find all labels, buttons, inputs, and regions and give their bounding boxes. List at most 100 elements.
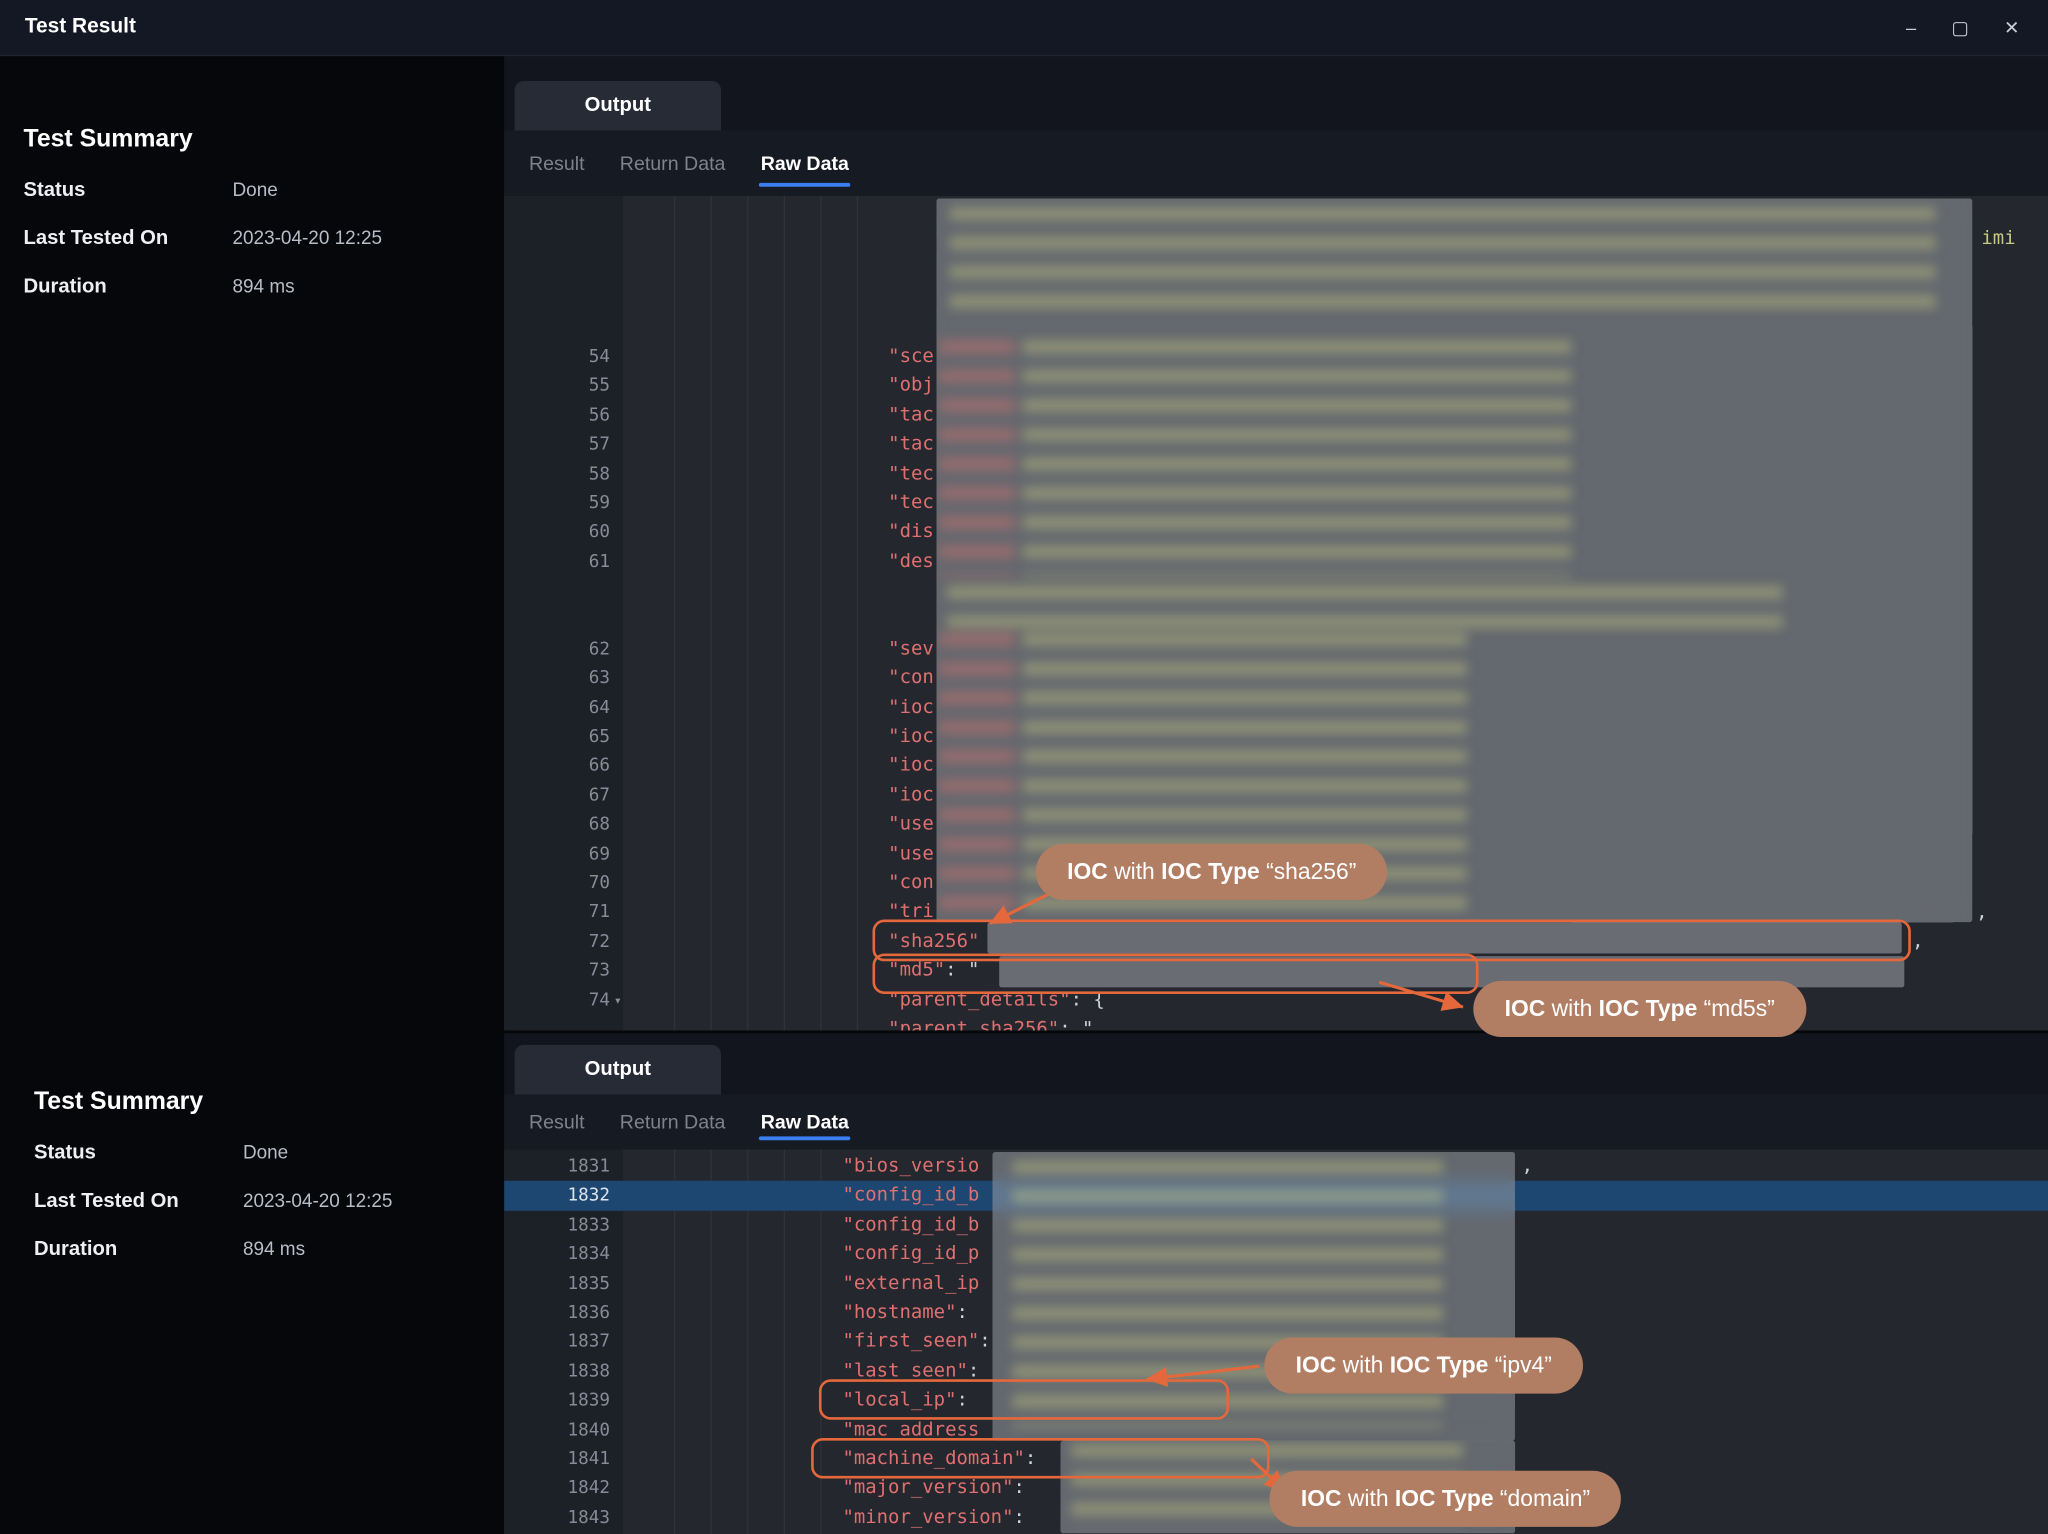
- line-number: 61: [504, 547, 610, 576]
- code-text: "sce: [888, 342, 934, 371]
- line-number: 1835: [504, 1269, 610, 1298]
- summary-label: Status: [24, 178, 233, 202]
- summary-row-status: Status Done: [34, 1138, 393, 1168]
- line-number: 1831: [504, 1152, 610, 1181]
- line-number: 57: [504, 430, 610, 459]
- line-number: 1834: [504, 1240, 610, 1269]
- code-text: "tec: [888, 459, 934, 488]
- code-text: "dis: [888, 518, 934, 547]
- summary-value: 2023-04-20 12:25: [232, 228, 382, 249]
- callout-text: with: [1108, 858, 1161, 884]
- tab-return-data[interactable]: Return Data: [620, 131, 726, 196]
- line-number: 67: [504, 781, 610, 810]
- callout-text: “domain”: [1494, 1485, 1591, 1511]
- summary-label: Last Tested On: [24, 227, 233, 251]
- callout-text: IOC: [1296, 1352, 1337, 1378]
- code-text: "config_id_b: [842, 1181, 979, 1210]
- minimize-icon[interactable]: –: [1906, 14, 1916, 40]
- output-subtabs: Result Return Data Raw Data: [504, 1095, 2048, 1150]
- summary-label: Duration: [34, 1238, 243, 1262]
- summary-value: 894 ms: [243, 1239, 305, 1260]
- summary-row-duration: Duration 894 ms: [34, 1234, 393, 1264]
- callout-text: “ipv4”: [1488, 1352, 1552, 1378]
- code-text: "sev: [888, 635, 934, 664]
- code-text: "config_id_b: [842, 1210, 979, 1239]
- line-number: 71: [504, 898, 610, 927]
- line-number: 1843: [504, 1503, 610, 1532]
- ioc-callout-sha256: IOC with IOC Type “sha256”: [1036, 844, 1388, 900]
- tab-output[interactable]: Output: [515, 1045, 721, 1095]
- test-summary-rows: Status Done Last Tested On 2023-04-20 12…: [24, 175, 383, 320]
- callout-text: IOC Type: [1390, 1352, 1489, 1378]
- code-text: "tec: [888, 488, 934, 517]
- window-controls: – ▢ ✕: [1906, 14, 2019, 40]
- code-text: "external_ip: [842, 1269, 979, 1298]
- code-text: "tac: [888, 401, 934, 430]
- maximize-icon[interactable]: ▢: [1951, 14, 1968, 40]
- summary-label: Last Tested On: [34, 1189, 243, 1213]
- summary-label: Duration: [24, 275, 233, 299]
- ioc-callout-ipv4: IOC with IOC Type “ipv4”: [1264, 1337, 1583, 1393]
- code-text: "minor_version":: [842, 1503, 1024, 1532]
- code-text: "ioc: [888, 693, 934, 722]
- code-text: "bios_versio: [842, 1152, 979, 1181]
- summary-row-status: Status Done: [24, 175, 383, 205]
- callout-text: IOC: [1505, 995, 1546, 1021]
- line-number: 1833: [504, 1210, 610, 1239]
- line-number: 55: [504, 371, 610, 400]
- line-number: 62: [504, 635, 610, 664]
- line-number: 1840: [504, 1415, 610, 1444]
- callout-text: “md5s”: [1697, 995, 1774, 1021]
- line-number: 1837: [504, 1327, 610, 1356]
- close-icon[interactable]: ✕: [2004, 14, 2019, 40]
- test-summary-heading: Test Summary: [34, 1088, 203, 1117]
- tab-return-data[interactable]: Return Data: [620, 1095, 726, 1150]
- summary-row-last-tested: Last Tested On 2023-04-20 12:25: [24, 223, 383, 253]
- line-number: 1839: [504, 1386, 610, 1415]
- line-number: 1838: [504, 1357, 610, 1386]
- code-text: "use: [888, 810, 934, 839]
- test-summary-sidebar: Test Summary Status Done Last Tested On …: [0, 55, 504, 1031]
- line-number: 59: [504, 488, 610, 517]
- callout-text: IOC Type: [1395, 1485, 1494, 1511]
- tab-result[interactable]: Result: [529, 1095, 585, 1150]
- tab-result[interactable]: Result: [529, 131, 585, 196]
- line-number: 74: [504, 986, 610, 1015]
- screenshot-viewport: Test Result – ▢ ✕ Test Summary Status Do…: [0, 0, 2048, 1534]
- window-title: Test Result: [25, 16, 136, 40]
- ioc-highlight-box-machine-domain: [811, 1438, 1269, 1478]
- line-number: 68: [504, 810, 610, 839]
- line-number: 1841: [504, 1444, 610, 1473]
- code-text: "obj: [888, 371, 934, 400]
- callout-text: IOC: [1067, 858, 1108, 884]
- callout-text: IOC Type: [1161, 858, 1260, 884]
- blur-artifact: [950, 206, 1936, 318]
- tab-raw-data[interactable]: Raw Data: [761, 131, 849, 196]
- tab-raw-data[interactable]: Raw Data: [761, 1095, 849, 1150]
- summary-row-last-tested: Last Tested On 2023-04-20 12:25: [34, 1186, 393, 1216]
- line-number: 69: [504, 839, 610, 868]
- summary-value: Done: [243, 1142, 288, 1163]
- summary-row-duration: Duration 894 ms: [24, 272, 383, 302]
- line-number: 56: [504, 401, 610, 430]
- fold-caret-icon[interactable]: ▾: [614, 987, 622, 1016]
- ioc-callout-domain: IOC with IOC Type “domain”: [1270, 1471, 1622, 1527]
- summary-value: 894 ms: [232, 276, 294, 297]
- test-result-window: Test Result – ▢ ✕ Test Summary Status Do…: [0, 0, 2048, 1533]
- code-fragment: ,: [1522, 1152, 1533, 1181]
- summary-value: 2023-04-20 12:25: [243, 1191, 393, 1212]
- callout-text: IOC Type: [1599, 995, 1698, 1021]
- line-number: 60: [504, 518, 610, 547]
- tab-output[interactable]: Output: [515, 81, 721, 131]
- code-text: "first_seen":: [842, 1327, 990, 1356]
- titlebar: Test Result – ▢ ✕: [0, 0, 2048, 56]
- code-text: "ioc: [888, 722, 934, 751]
- blur-artifact: [947, 585, 1783, 632]
- line-number: 1832: [504, 1181, 610, 1210]
- line-number: 1842: [504, 1474, 610, 1503]
- code-text: "ioc: [888, 752, 934, 781]
- callout-text: “sha256”: [1260, 858, 1357, 884]
- ioc-highlight-box-local-ip: [819, 1379, 1229, 1419]
- code-line[interactable]: "parent_sha256": ": [504, 1015, 2048, 1031]
- line-number: 73: [504, 956, 610, 985]
